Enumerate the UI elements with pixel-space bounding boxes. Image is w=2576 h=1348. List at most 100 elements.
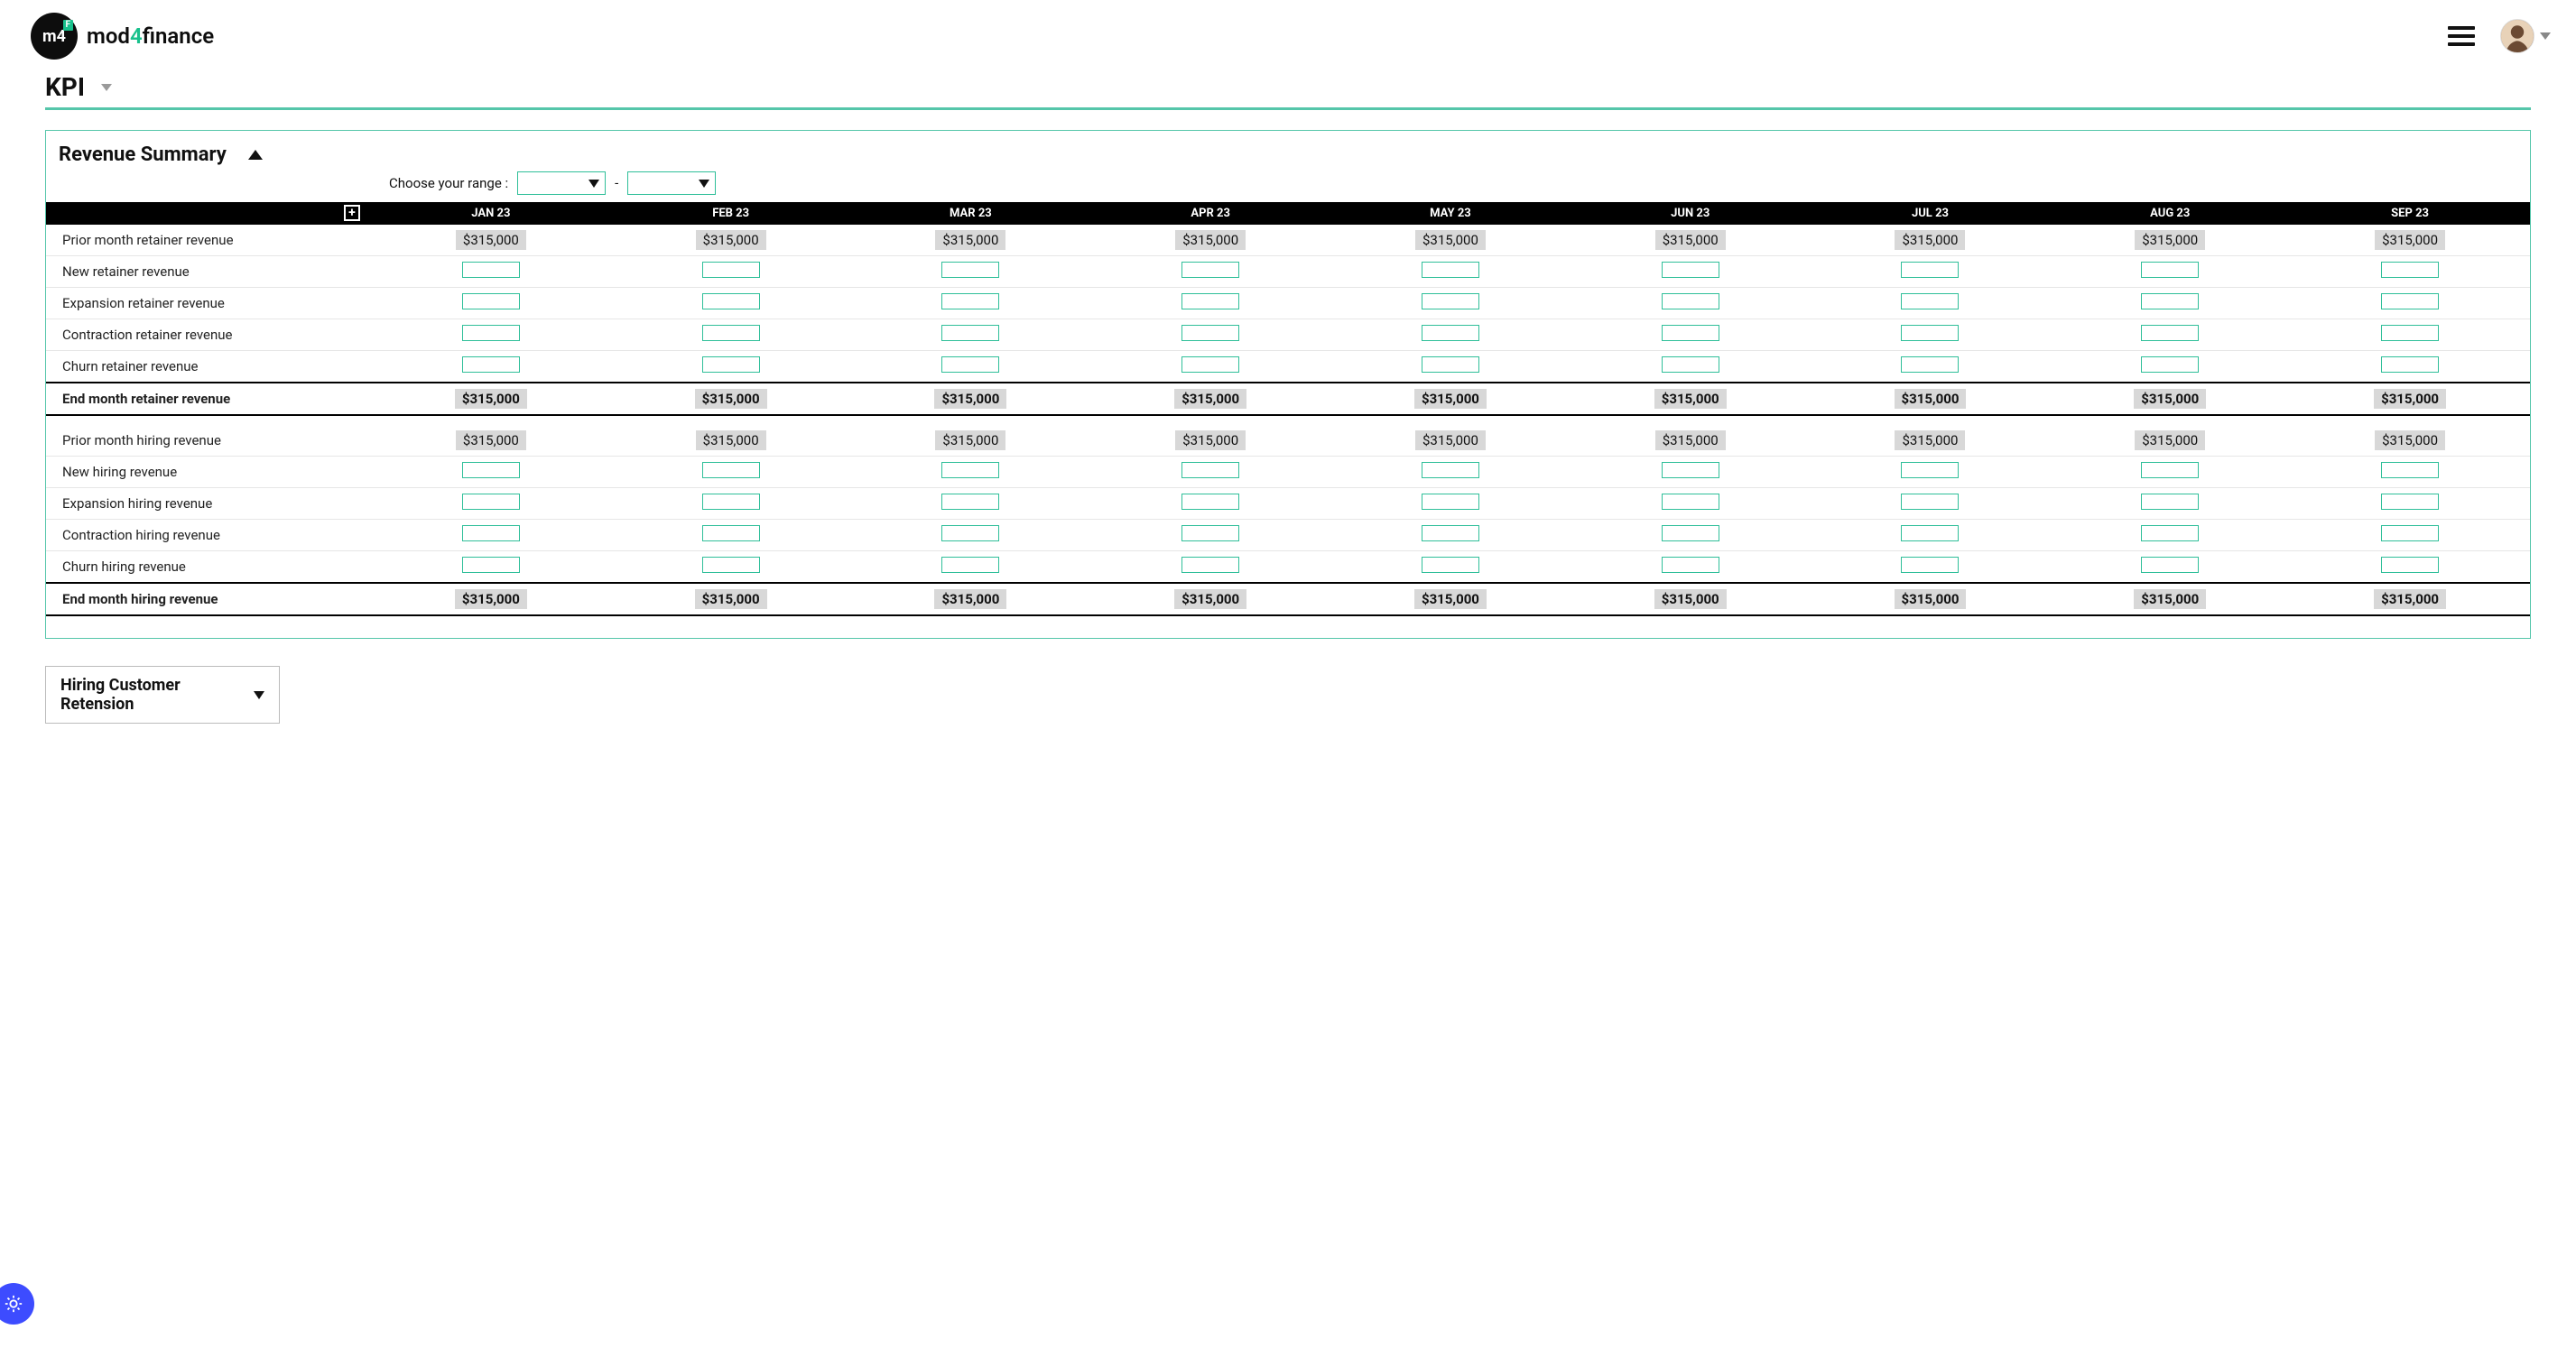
value-input[interactable] bbox=[941, 462, 999, 478]
value-input[interactable] bbox=[941, 494, 999, 510]
value-input[interactable] bbox=[1422, 557, 1479, 573]
cell[interactable] bbox=[2050, 288, 2290, 319]
cell[interactable] bbox=[611, 256, 851, 288]
value-input[interactable] bbox=[702, 462, 760, 478]
value-input[interactable] bbox=[1662, 262, 1719, 278]
value-input[interactable] bbox=[2381, 462, 2439, 478]
cell[interactable] bbox=[1330, 457, 1571, 488]
value-input[interactable] bbox=[462, 525, 520, 541]
cell[interactable] bbox=[371, 488, 611, 520]
cell[interactable] bbox=[1811, 520, 2051, 551]
page-title-dropdown-icon[interactable] bbox=[101, 84, 112, 91]
cell[interactable] bbox=[1330, 351, 1571, 383]
value-input[interactable] bbox=[1901, 356, 1959, 373]
cell[interactable] bbox=[1571, 256, 1811, 288]
cell[interactable] bbox=[2050, 319, 2290, 351]
value-input[interactable] bbox=[702, 494, 760, 510]
cell[interactable] bbox=[1090, 551, 1330, 584]
cell[interactable] bbox=[2050, 256, 2290, 288]
value-input[interactable] bbox=[462, 356, 520, 373]
cell[interactable] bbox=[611, 520, 851, 551]
cell[interactable] bbox=[611, 488, 851, 520]
cell[interactable] bbox=[1811, 351, 2051, 383]
cell[interactable] bbox=[1571, 288, 1811, 319]
value-input[interactable] bbox=[1662, 325, 1719, 341]
cell[interactable] bbox=[611, 288, 851, 319]
value-input[interactable] bbox=[941, 293, 999, 309]
cell[interactable] bbox=[1571, 351, 1811, 383]
cell[interactable] bbox=[1571, 488, 1811, 520]
value-input[interactable] bbox=[1662, 494, 1719, 510]
cell[interactable] bbox=[851, 551, 1091, 584]
cell[interactable] bbox=[851, 520, 1091, 551]
cell[interactable] bbox=[371, 319, 611, 351]
value-input[interactable] bbox=[1422, 293, 1479, 309]
cell[interactable] bbox=[611, 457, 851, 488]
value-input[interactable] bbox=[2381, 356, 2439, 373]
value-input[interactable] bbox=[2141, 325, 2199, 341]
value-input[interactable] bbox=[1181, 262, 1239, 278]
cell[interactable] bbox=[2290, 351, 2530, 383]
value-input[interactable] bbox=[1662, 557, 1719, 573]
cell[interactable] bbox=[611, 319, 851, 351]
cell[interactable] bbox=[1330, 256, 1571, 288]
value-input[interactable] bbox=[702, 262, 760, 278]
cell[interactable] bbox=[371, 256, 611, 288]
cell[interactable] bbox=[1330, 520, 1571, 551]
value-input[interactable] bbox=[1422, 525, 1479, 541]
cell[interactable] bbox=[1811, 256, 2051, 288]
cell[interactable] bbox=[1571, 457, 1811, 488]
cell[interactable] bbox=[2290, 256, 2530, 288]
value-input[interactable] bbox=[1422, 325, 1479, 341]
value-input[interactable] bbox=[2141, 557, 2199, 573]
value-input[interactable] bbox=[1181, 293, 1239, 309]
value-input[interactable] bbox=[462, 494, 520, 510]
cell[interactable] bbox=[371, 288, 611, 319]
value-input[interactable] bbox=[702, 325, 760, 341]
value-input[interactable] bbox=[2141, 293, 2199, 309]
value-input[interactable] bbox=[1901, 325, 1959, 341]
cell[interactable] bbox=[611, 351, 851, 383]
collapse-icon[interactable] bbox=[248, 150, 263, 160]
value-input[interactable] bbox=[462, 293, 520, 309]
cell[interactable] bbox=[2290, 319, 2530, 351]
cell[interactable] bbox=[1330, 488, 1571, 520]
value-input[interactable] bbox=[1662, 525, 1719, 541]
cell[interactable] bbox=[851, 457, 1091, 488]
cell[interactable] bbox=[611, 551, 851, 584]
value-input[interactable] bbox=[941, 325, 999, 341]
value-input[interactable] bbox=[1181, 557, 1239, 573]
value-input[interactable] bbox=[2381, 293, 2439, 309]
value-input[interactable] bbox=[1662, 356, 1719, 373]
cell[interactable] bbox=[2290, 288, 2530, 319]
value-input[interactable] bbox=[2381, 557, 2439, 573]
cell[interactable] bbox=[371, 457, 611, 488]
value-input[interactable] bbox=[1901, 462, 1959, 478]
cell[interactable] bbox=[371, 351, 611, 383]
cell[interactable] bbox=[1571, 551, 1811, 584]
value-input[interactable] bbox=[941, 356, 999, 373]
value-input[interactable] bbox=[941, 557, 999, 573]
cell[interactable] bbox=[1811, 457, 2051, 488]
value-input[interactable] bbox=[462, 462, 520, 478]
cell[interactable] bbox=[851, 256, 1091, 288]
value-input[interactable] bbox=[2381, 262, 2439, 278]
cell[interactable] bbox=[2290, 551, 2530, 584]
cell[interactable] bbox=[1571, 520, 1811, 551]
value-input[interactable] bbox=[1422, 356, 1479, 373]
value-input[interactable] bbox=[941, 525, 999, 541]
cell[interactable] bbox=[1811, 319, 2051, 351]
value-input[interactable] bbox=[1181, 525, 1239, 541]
value-input[interactable] bbox=[702, 293, 760, 309]
value-input[interactable] bbox=[1662, 462, 1719, 478]
value-input[interactable] bbox=[2141, 525, 2199, 541]
value-input[interactable] bbox=[2141, 494, 2199, 510]
value-input[interactable] bbox=[2381, 494, 2439, 510]
cell[interactable] bbox=[1330, 319, 1571, 351]
value-input[interactable] bbox=[702, 557, 760, 573]
value-input[interactable] bbox=[462, 557, 520, 573]
value-input[interactable] bbox=[1181, 494, 1239, 510]
value-input[interactable] bbox=[1422, 494, 1479, 510]
value-input[interactable] bbox=[462, 262, 520, 278]
cell[interactable] bbox=[2290, 457, 2530, 488]
